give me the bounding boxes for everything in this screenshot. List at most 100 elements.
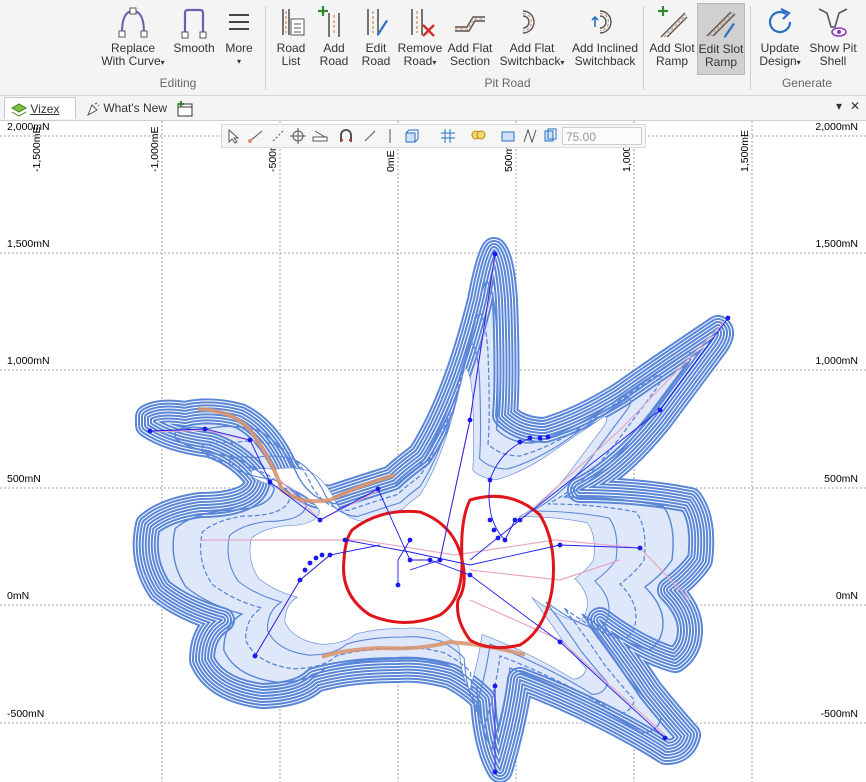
vertex-node[interactable] [487,477,493,483]
3d-box-icon[interactable] [404,128,420,144]
clip-icon[interactable] [522,128,538,144]
vertex-node[interactable] [342,537,348,543]
snap-icon[interactable] [270,128,286,144]
vertex-node[interactable] [407,557,413,563]
add-inclined-switchback-button[interactable]: Add Inclined Switchback [569,3,641,75]
layers-icon[interactable] [542,128,558,144]
vertex-node[interactable] [317,517,323,523]
replace-label-2-text: With Curve [101,54,161,68]
vertex-node[interactable] [437,557,443,563]
vertex-node[interactable] [427,557,433,563]
pit-benches [132,237,734,782]
select-arrow-icon[interactable] [226,128,242,144]
lighting-icon[interactable] [470,128,486,144]
vertex-node[interactable] [395,582,401,588]
pit-shell-eye-icon [818,8,848,37]
vertex-node[interactable] [302,567,308,573]
flat-section-icon [455,16,485,32]
road-list-button[interactable]: Road List [270,3,312,75]
section-view-icon[interactable] [500,128,516,144]
line-tool-icon[interactable] [362,128,378,144]
add-slot-ramp-button[interactable]: Add Slot Ramp [647,3,697,75]
tab-whats-new[interactable]: What's New [82,97,170,119]
replace-label-2: With Curve▾ [96,55,170,69]
remove-road-label-2-text: Road [403,54,433,68]
vertex-node[interactable] [467,572,473,578]
vertex-node[interactable] [467,417,473,423]
add-flat-section-button[interactable]: Add Flat Section [445,3,495,75]
add-flat-switchback-label-2-text: Switchback [499,54,561,68]
vertex-node[interactable] [725,315,731,321]
y-axis-right-tick-label: 1,000mN [815,355,858,367]
smooth-button[interactable]: Smooth [171,3,217,75]
magnet-icon[interactable] [338,128,354,144]
vertex-node[interactable] [297,577,303,583]
dropdown-glyph: ▾ [432,58,437,67]
vertex-node[interactable] [247,437,253,443]
add-flat-switchback-button[interactable]: Add Flat Switchback▾ [496,3,568,75]
y-axis-left-tick-label: 0mN [7,590,29,602]
viewer-close-icon[interactable]: ✕ [850,99,860,113]
zoom-scale-input[interactable]: 75.00 [562,127,642,145]
new-tab-button[interactable] [174,97,196,119]
vertical-line-icon[interactable] [382,128,398,144]
remove-road-button[interactable]: Remove Road▾ [397,3,443,75]
vertex-node[interactable] [252,653,258,659]
road-list-label-2: List [281,54,301,68]
vertex-node[interactable] [202,426,208,432]
show-pit-shell-button[interactable]: Show Pit Shell [807,3,859,75]
replace-with-curve-button[interactable]: Replace With Curve▾ [96,3,170,75]
edit-slot-ramp-button[interactable]: Edit Slot Ramp [697,3,745,75]
pit-design-plot[interactable]: -1,500mE -1,000mE -500mE 0mE 500mE 1,000mE 1,5… [0,121,866,782]
update-design-button[interactable]: Update Design▾ [754,3,806,75]
vertex-node[interactable] [512,517,518,523]
pit-road-group-label: Pit Road [484,76,531,90]
vertex-node[interactable] [487,517,493,523]
more-button[interactable]: More ▾ [219,3,259,75]
vertex-node[interactable] [492,769,498,775]
viewer-floating-toolbar: 75.00 [221,124,646,148]
vertex-node[interactable] [537,435,543,441]
add-slot-ramp-icon [658,6,688,38]
vertex-node[interactable] [492,683,498,689]
vertex-node[interactable] [313,555,319,561]
vertex-node[interactable] [527,435,533,441]
vertex-node[interactable] [492,251,498,257]
crosshair-icon[interactable] [290,128,306,144]
vertex-node[interactable] [495,535,501,541]
vertex-node[interactable] [327,552,333,558]
vertex-node[interactable] [267,479,273,485]
vertex-node[interactable] [545,434,551,440]
vertex-node[interactable] [557,542,563,548]
tab-whats-new-label: What's New [103,101,167,115]
road-list-icon [282,9,305,36]
vertex-node[interactable] [517,439,523,445]
vertex-node[interactable] [375,486,381,492]
ruler-icon[interactable] [312,128,328,144]
vertex-node[interactable] [637,545,643,551]
edit-road-button[interactable]: Edit Road [356,3,396,75]
tab-overflow-dropdown[interactable]: ▾ [836,99,842,113]
vertex-node[interactable] [557,639,563,645]
vertex-node[interactable] [657,407,663,413]
vertex-node[interactable] [319,552,325,558]
vertex-node[interactable] [491,527,497,533]
remove-road-icon [411,9,435,37]
ribbon-separator [265,6,266,90]
vertex-node[interactable] [502,537,508,543]
flat-switchback-icon [522,10,535,34]
vertex-node[interactable] [147,428,153,434]
vertex-node[interactable] [662,735,668,741]
grid-toggle-icon[interactable] [440,128,456,144]
add-road-button[interactable]: Add Road [313,3,355,75]
measure-icon[interactable] [248,128,264,144]
vizex-viewport[interactable]: -1,500mE -1,000mE -500mE 0mE 500mE 1,000mE 1,5… [0,121,866,782]
menu-icon [229,14,249,30]
vertex-node[interactable] [517,517,523,523]
vertex-node[interactable] [407,537,413,543]
update-design-label-2-text: Design [759,54,797,68]
vertex-node[interactable] [307,560,313,566]
ribbon: Replace With Curve▾ Smooth More ▾ Editin… [0,0,866,96]
more-label: More [225,41,253,55]
tab-vizex[interactable]: Vizex ✕ [4,97,76,138]
